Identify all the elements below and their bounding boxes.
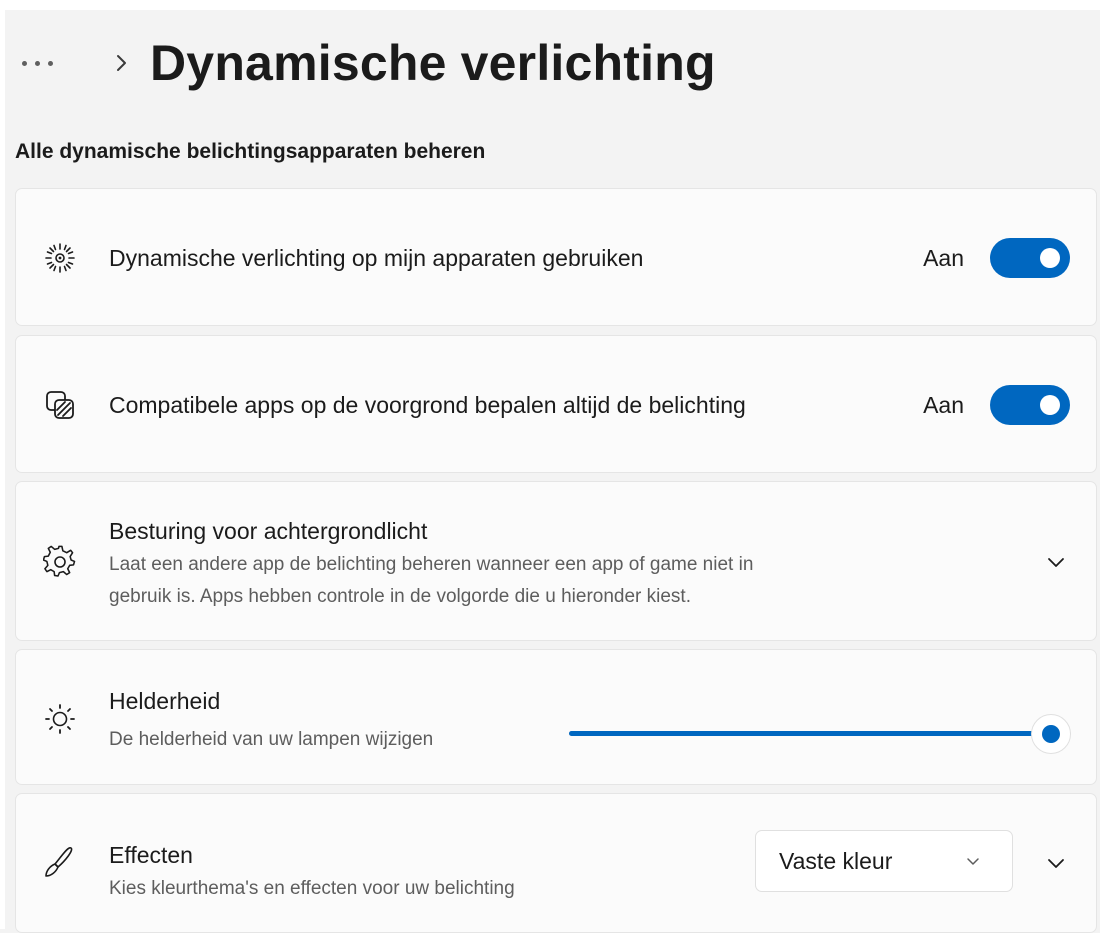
left-strip	[0, 10, 5, 929]
chevron-down-icon[interactable]	[1044, 550, 1068, 574]
setting-use-dynamic-lighting: Dynamische verlichting op mijn apparaten…	[15, 188, 1097, 326]
setting-label: Dynamische verlichting op mijn apparaten…	[109, 245, 644, 271]
slider-fill	[569, 731, 1051, 736]
dynamic-lighting-toggle[interactable]	[990, 238, 1070, 278]
chevron-down-icon[interactable]	[1044, 851, 1068, 875]
setting-compatible-apps: Compatibele apps op de voorgrond bepalen…	[15, 335, 1097, 473]
toggle-state-text: Aan	[923, 244, 964, 271]
effects-dropdown[interactable]: Vaste kleur	[755, 830, 1013, 892]
more-dots-icon[interactable]	[22, 53, 74, 73]
setting-description: Laat een andere app de belichting behere…	[109, 554, 754, 575]
apps-lighting-icon	[40, 385, 80, 425]
setting-effects[interactable]: Effecten Kies kleurthema's en effecten v…	[15, 793, 1097, 933]
chevron-right-icon	[117, 55, 126, 71]
setting-brightness: Helderheid De helderheid van uw lampen w…	[15, 649, 1097, 785]
settings-page: Dynamische verlichting Alle dynamische b…	[0, 0, 1100, 933]
setting-label: Effecten	[109, 842, 193, 868]
chevron-down-icon	[967, 858, 979, 865]
lighting-icon	[40, 238, 80, 278]
top-strip	[0, 0, 1100, 10]
slider-thumb[interactable]	[1031, 714, 1071, 754]
section-title: Alle dynamische belichtingsapparaten beh…	[15, 140, 486, 163]
page-title: Dynamische verlichting	[150, 35, 716, 91]
brightness-slider[interactable]	[569, 714, 1071, 754]
gear-icon	[40, 542, 80, 582]
toggle-group: Aan	[923, 238, 1070, 278]
setting-description: gebruik is. Apps hebben controle in de v…	[109, 586, 691, 607]
dropdown-value: Vaste kleur	[779, 847, 893, 874]
setting-label: Compatibele apps op de voorgrond bepalen…	[109, 392, 746, 418]
brightness-icon	[40, 699, 80, 739]
setting-background-control[interactable]: Besturing voor achtergrondlicht Laat een…	[15, 481, 1097, 641]
toggle-group: Aan	[923, 385, 1070, 425]
setting-description: De helderheid van uw lampen wijzigen	[109, 729, 434, 750]
setting-label: Besturing voor achtergrondlicht	[109, 518, 428, 544]
toggle-state-text: Aan	[923, 391, 964, 418]
breadcrumb: Dynamische verlichting	[22, 28, 716, 98]
setting-description: Kies kleurthema's en effecten voor uw be…	[109, 878, 515, 899]
setting-label: Helderheid	[109, 688, 221, 714]
compatible-apps-toggle[interactable]	[990, 385, 1070, 425]
brush-icon	[40, 842, 80, 882]
